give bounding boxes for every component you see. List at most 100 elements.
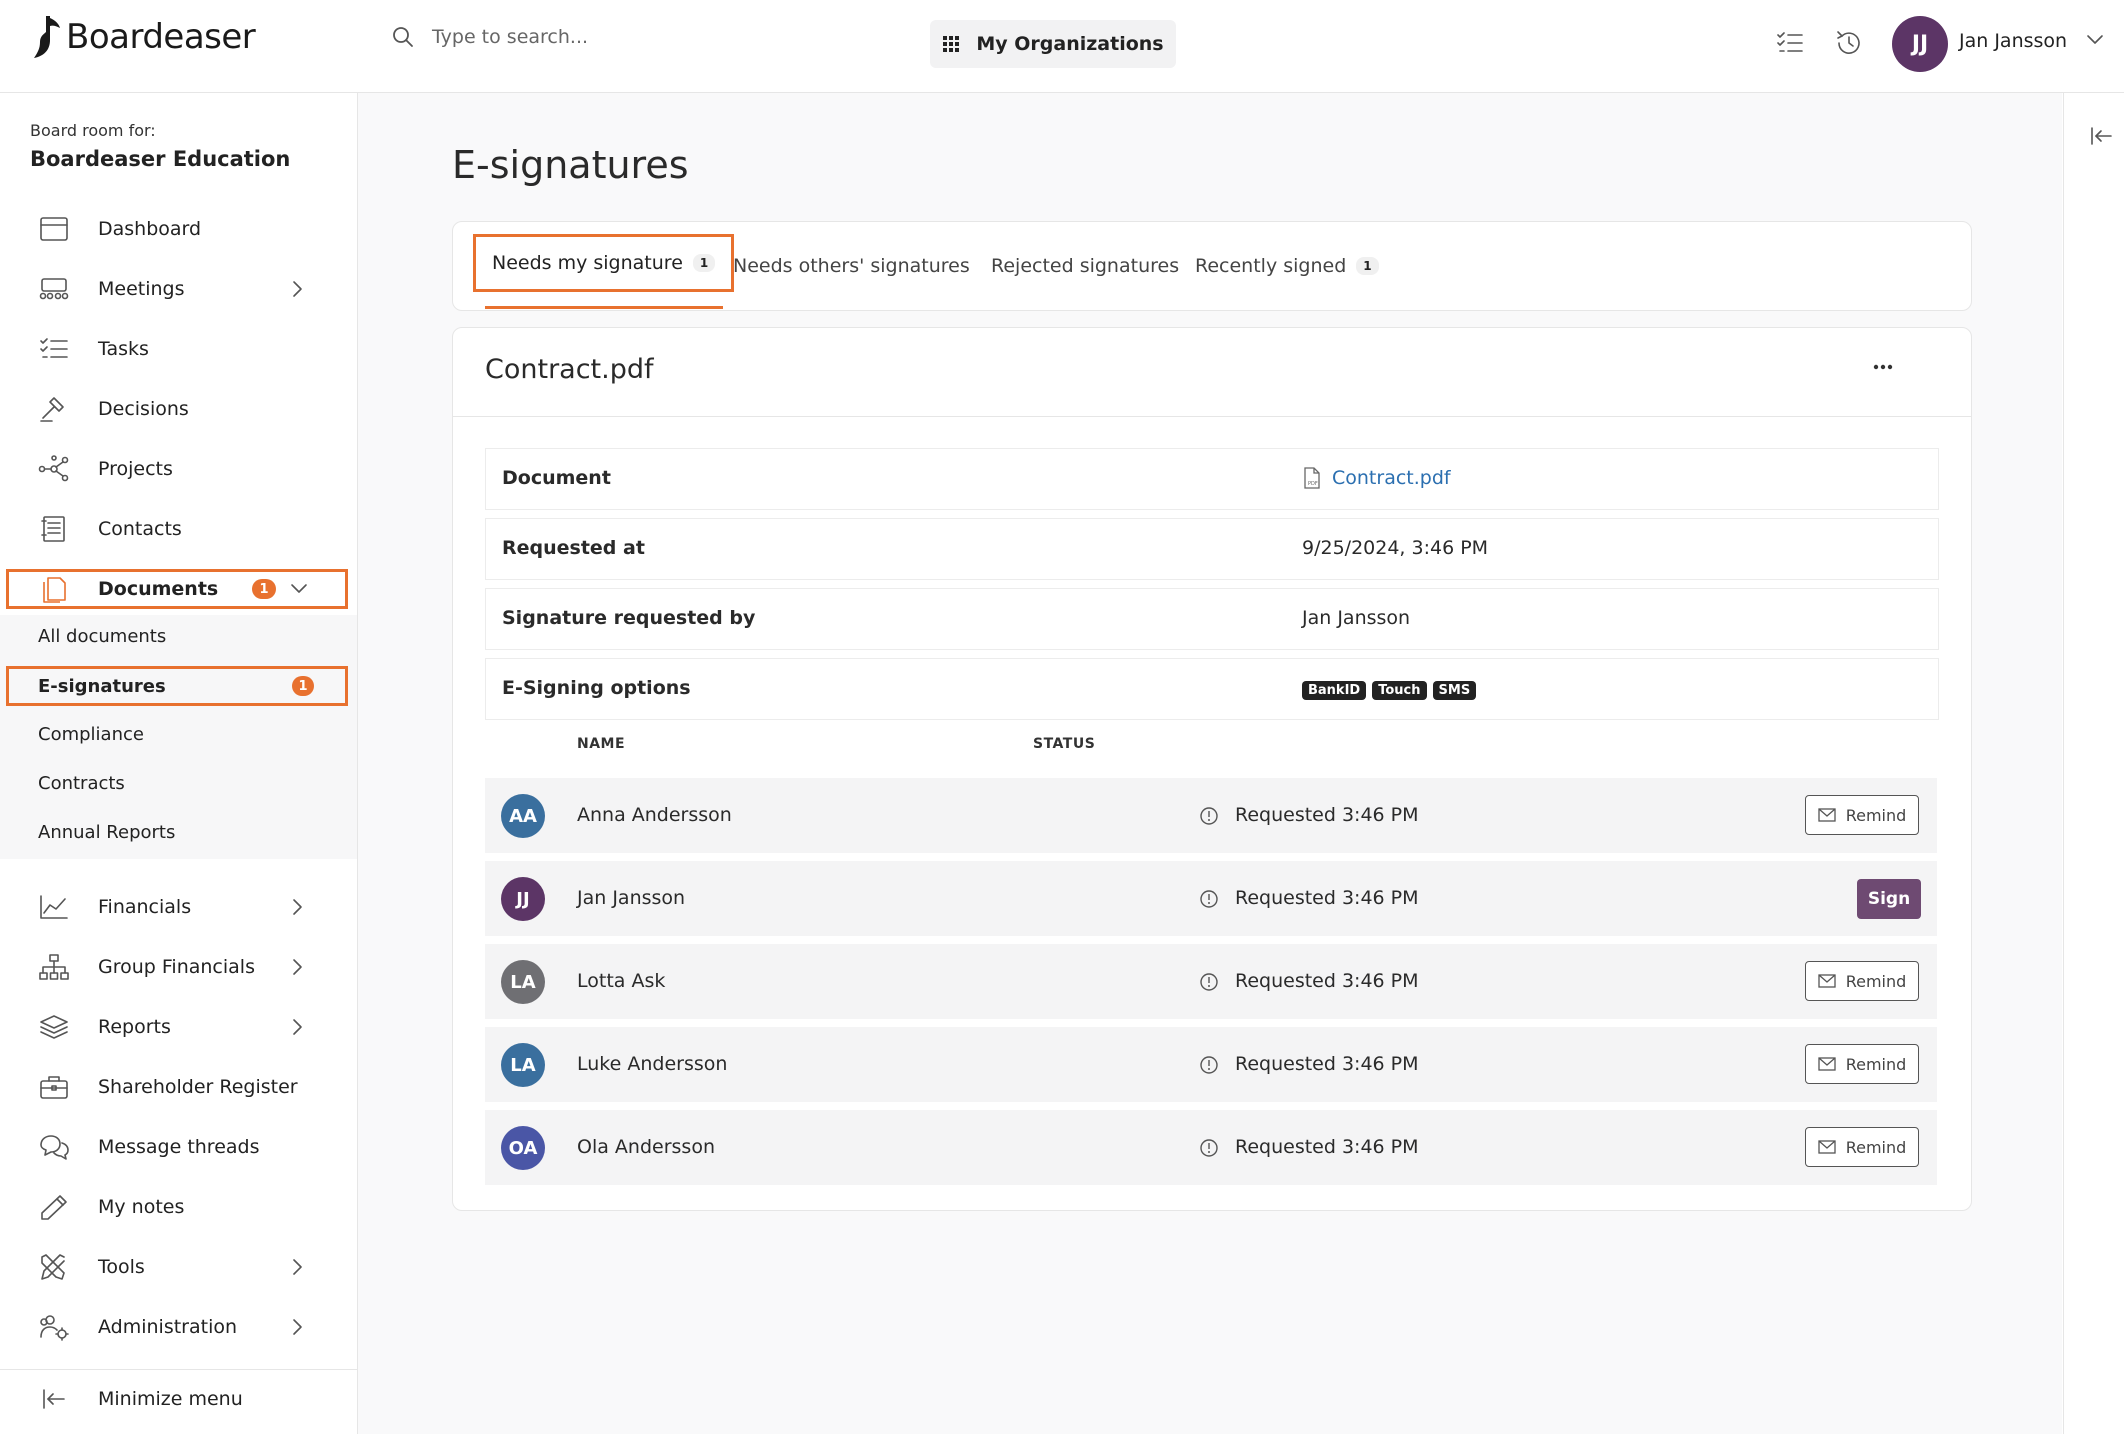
signing-option-touch: Touch <box>1372 681 1427 700</box>
signer-row: LA Lotta Ask Requested 3:46 PM Remind <box>485 944 1937 1019</box>
more-options-button[interactable] <box>1873 364 1893 370</box>
divider <box>453 416 1971 417</box>
sidebar-subitem-e-signatures[interactable]: E-signatures 1 <box>6 666 348 706</box>
sidebar-subitem-compliance[interactable]: Compliance <box>0 713 357 755</box>
minimize-menu-button[interactable]: Minimize menu <box>0 1375 357 1423</box>
sidebar-item-documents[interactable]: Documents 1 <box>6 569 348 609</box>
my-organizations-button[interactable]: My Organizations <box>930 20 1176 68</box>
info-value: Jan Jansson <box>1302 607 1411 629</box>
briefcase-icon <box>40 1076 68 1099</box>
sidebar-item-label: Reports <box>98 1016 171 1038</box>
sign-button[interactable]: Sign <box>1857 879 1921 919</box>
sidebar-item-label: Administration <box>98 1316 238 1338</box>
info-key: Signature requested by <box>502 607 756 629</box>
board-room-label: Board room for: <box>30 121 156 140</box>
tab-recently-signed[interactable]: Recently signed 1 <box>1195 222 1379 310</box>
search-icon <box>393 27 413 47</box>
column-header-name: NAME <box>577 736 626 752</box>
sidebar-item-decisions[interactable]: Decisions <box>0 385 357 433</box>
chevron-right-icon <box>293 281 302 297</box>
info-key: Document <box>502 467 611 489</box>
logo[interactable]: Boardeaser <box>28 14 256 60</box>
signing-option-bankid: BankID <box>1302 681 1367 700</box>
sidebar-item-message-threads[interactable]: Message threads <box>0 1123 357 1171</box>
tab-needs-my-signature[interactable]: Needs my signature 1 <box>473 234 735 292</box>
right-rail <box>2063 93 2124 1434</box>
sidebar-item-label: Message threads <box>98 1136 260 1158</box>
sidebar-subitem-label: All documents <box>38 625 167 647</box>
checklist-icon <box>40 338 68 358</box>
tab-count-badge: 1 <box>1356 257 1379 275</box>
avatar: JJ <box>501 877 545 921</box>
sidebar-item-administration[interactable]: Administration <box>0 1303 357 1351</box>
minimize-menu-label: Minimize menu <box>98 1388 243 1410</box>
remind-button[interactable]: Remind <box>1805 1044 1919 1084</box>
sidebar-subitem-contracts[interactable]: Contracts <box>0 762 357 804</box>
sidebar-item-contacts[interactable]: Contacts <box>0 505 357 553</box>
sidebar-item-my-notes[interactable]: My notes <box>0 1183 357 1231</box>
info-row-requested-at: Requested at 9/25/2024, 3:46 PM <box>485 518 1939 580</box>
more-horizontal-icon <box>1873 364 1893 370</box>
signer-row: OA Ola Andersson Requested 3:46 PM Remin… <box>485 1110 1937 1185</box>
chat-icon <box>40 1135 69 1160</box>
user-menu-chevron[interactable] <box>2086 34 2104 46</box>
sidebar-item-label: Decisions <box>98 398 189 420</box>
remind-button[interactable]: Remind <box>1805 795 1919 835</box>
chevron-right-icon <box>293 1019 302 1035</box>
sidebar-subitem-all-documents[interactable]: All documents <box>0 615 357 657</box>
user-avatar[interactable]: JJ <box>1892 16 1948 72</box>
search-bar[interactable]: Type to search... <box>392 26 588 48</box>
org-chart-icon <box>39 954 69 980</box>
logo-icon <box>34 16 60 58</box>
sidebar-item-label: Shareholder Register <box>98 1076 298 1098</box>
tab-needs-others-signatures[interactable]: Needs others' signatures <box>733 222 970 310</box>
tab-label: Rejected signatures <box>991 255 1180 277</box>
envelope-icon <box>1818 1140 1836 1154</box>
address-book-icon <box>41 516 65 542</box>
network-icon <box>38 455 69 482</box>
clock-status-icon <box>1200 890 1218 908</box>
sidebar-item-group-financials[interactable]: Group Financials <box>0 943 357 991</box>
signer-name: Ola Andersson <box>577 1136 715 1158</box>
clock-status-icon <box>1200 973 1218 991</box>
sidebar-item-tools[interactable]: Tools <box>0 1243 357 1291</box>
remind-button[interactable]: Remind <box>1805 1127 1919 1167</box>
tab-rejected-signatures[interactable]: Rejected signatures <box>991 222 1179 310</box>
remind-button[interactable]: Remind <box>1805 961 1919 1001</box>
user-name[interactable]: Jan Jansson <box>1959 30 2067 52</box>
sidebar-item-meetings[interactable]: Meetings <box>0 265 357 313</box>
signer-name: Jan Jansson <box>577 887 686 909</box>
search-input[interactable]: Type to search... <box>432 26 588 48</box>
sidebar-subitem-label: Compliance <box>38 723 144 745</box>
sidebar-item-shareholder-register[interactable]: Shareholder Register <box>0 1063 357 1111</box>
history-shortcut[interactable] <box>1834 28 1864 58</box>
tab-label: Needs others' signatures <box>733 255 970 277</box>
sidebar-item-tasks[interactable]: Tasks <box>0 325 357 373</box>
sidebar-item-financials[interactable]: Financials <box>0 883 357 931</box>
sidebar-item-dashboard[interactable]: Dashboard <box>0 205 357 253</box>
brand-name: Boardeaser <box>66 17 256 57</box>
signer-name: Luke Andersson <box>577 1053 728 1075</box>
sidebar-item-label: Meetings <box>98 278 185 300</box>
sidebar-item-reports[interactable]: Reports <box>0 1003 357 1051</box>
e-signatures-badge: 1 <box>292 676 314 696</box>
history-icon <box>1837 31 1860 54</box>
sidebar-subitem-annual-reports[interactable]: Annual Reports <box>0 811 357 853</box>
chevron-right-icon <box>293 1319 302 1335</box>
document-link-text: Contract.pdf <box>1332 467 1451 489</box>
document-link[interactable]: PDF Contract.pdf <box>1302 467 1451 489</box>
sidebar-item-label: Documents <box>98 578 219 600</box>
tab-label: Needs my signature <box>492 252 683 274</box>
info-row-requested-by: Signature requested by Jan Jansson <box>485 588 1939 650</box>
sidebar-item-projects[interactable]: Projects <box>0 445 357 493</box>
right-panel-toggle[interactable] <box>2090 126 2112 146</box>
signing-option-sms: SMS <box>1432 681 1477 700</box>
clock-status-icon <box>1200 1056 1218 1074</box>
chevron-right-icon <box>293 959 302 975</box>
avatar: AA <box>501 794 545 838</box>
sidebar-item-label: Group Financials <box>98 956 255 978</box>
tasks-shortcut[interactable] <box>1776 30 1804 56</box>
pdf-file-icon: PDF <box>1304 467 1320 489</box>
avatar: OA <box>501 1126 545 1170</box>
collapse-left-icon <box>43 1389 65 1409</box>
